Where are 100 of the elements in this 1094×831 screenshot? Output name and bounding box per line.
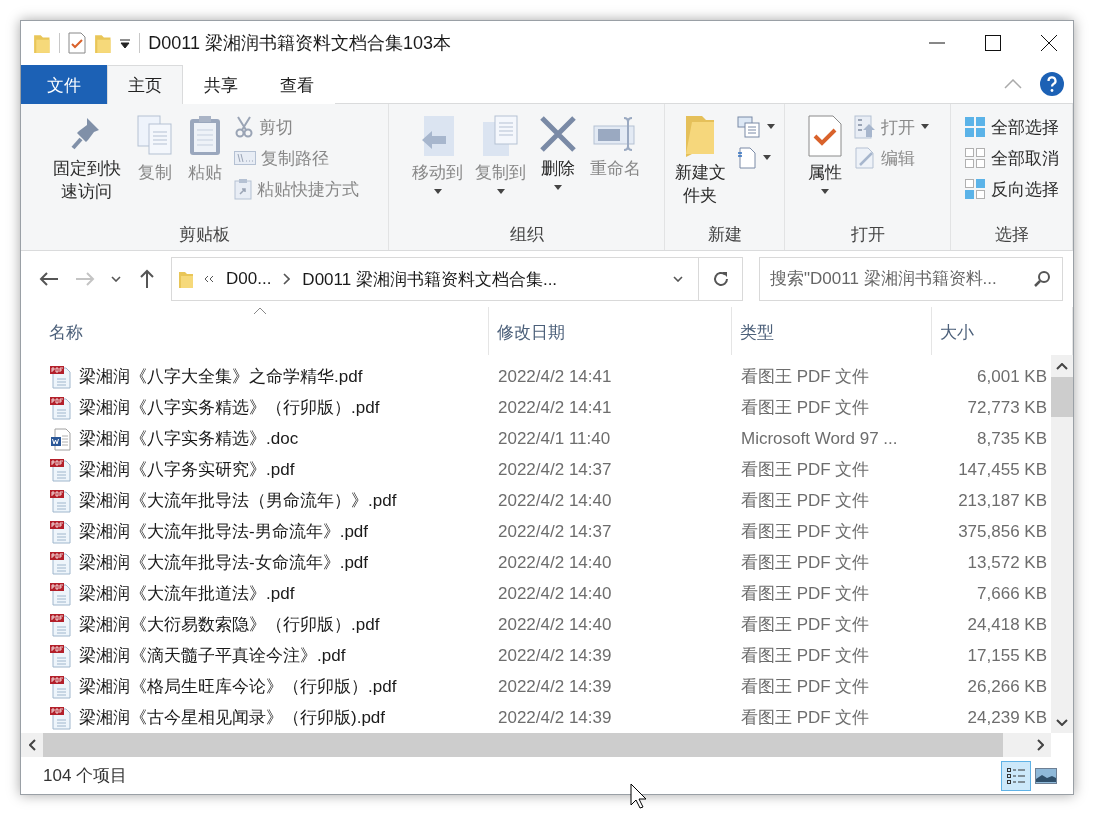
up-arrow-icon	[139, 269, 155, 289]
large-icons-view-icon	[1035, 767, 1057, 784]
scissors-icon	[233, 116, 254, 138]
ribbon-button[interactable]: 新建文件夹	[669, 110, 731, 212]
folder-icon	[684, 114, 716, 158]
file-name[interactable]: 梁湘润《八字实务精选》.doc	[79, 427, 299, 450]
size-cell-text: 72,773 KB	[966, 397, 1047, 418]
ribbon-button[interactable]: 固定到快速访问	[46, 110, 128, 208]
type-cell-text: 看图王 PDF 文件	[740, 614, 871, 636]
date-cell-text: 2022/4/2 14:40	[497, 583, 613, 604]
customize-toolbar-button[interactable]	[119, 37, 132, 49]
ribbon-tab[interactable]: 主页	[107, 65, 183, 104]
maximize-icon	[985, 35, 1001, 51]
file-name[interactable]: 梁湘润《大流年批道法》.pdf	[79, 582, 295, 605]
breadcrumb[interactable]: D00...	[224, 269, 274, 289]
file-name[interactable]: 梁湘润《八字务实研究》.pdf	[79, 458, 295, 481]
type-cell-text: 看图王 PDF 文件	[740, 397, 871, 419]
file-name[interactable]: 梁湘润《滴天髓子平真诠今注》.pdf	[79, 644, 346, 667]
size-cell-text: 24,239 KB	[966, 707, 1047, 728]
ribbon-button[interactable]: 属性	[801, 110, 848, 199]
type-cell-text: 看图王 PDF 文件	[740, 645, 871, 667]
folder-icon	[93, 32, 112, 54]
pdf-file-icon	[49, 519, 73, 544]
window-title: D0011 梁湘润书籍资料文档合集103本	[148, 32, 452, 55]
date-cell-text: 2022/4/1 11:40	[497, 428, 612, 449]
ribbon-button[interactable]: 删除	[533, 110, 583, 195]
type-cell-text: 看图王 PDF 文件	[740, 366, 871, 388]
vertical-scrollbar[interactable]	[1051, 355, 1073, 733]
delete-icon	[538, 114, 578, 154]
pdf-file-icon	[49, 674, 73, 699]
invert-selection-icon	[964, 178, 986, 200]
ribbon-button[interactable]: 全部选择	[960, 112, 1063, 142]
file-name[interactable]: 梁湘润《大流年批导法-男命流年》.pdf	[79, 520, 369, 543]
chevron-left-icon	[28, 739, 36, 751]
date-cell-text: 2022/4/2 14:37	[497, 521, 613, 542]
file-menu-tab[interactable]: 文件	[21, 65, 107, 104]
caret-icon	[495, 188, 506, 195]
file-name[interactable]: 梁湘润《大衍易数索隐》（行卯版）.pdf	[79, 613, 380, 636]
type-cell-text: 看图王 PDF 文件	[740, 583, 871, 605]
chevron-right-icon	[283, 273, 291, 285]
pdf-file-icon	[49, 612, 73, 637]
date-cell-text: 2022/4/2 14:39	[497, 676, 613, 697]
scrollbar-thumb[interactable]	[1051, 377, 1073, 417]
group-label: 剪贴板	[179, 224, 230, 246]
date-cell-text: 2022/4/2 14:41	[497, 366, 613, 387]
search-field[interactable]: 搜索"D0011 梁湘润书籍资料...	[759, 257, 1063, 301]
chevron-down-icon	[1056, 718, 1068, 726]
type-cell-text: 看图王 PDF 文件	[740, 552, 871, 574]
column-header[interactable]: 修改日期	[489, 307, 732, 355]
properties-quick-button[interactable]	[67, 32, 86, 54]
details-view-icon	[1006, 765, 1026, 786]
column-header[interactable]: 名称	[49, 307, 83, 344]
size-cell-text: 213,187 KB	[957, 490, 1047, 511]
minimize-icon	[929, 42, 945, 44]
date-cell-text: 2022/4/2 14:40	[497, 490, 613, 511]
forward-arrow-icon	[75, 271, 95, 287]
search-icon	[1033, 270, 1051, 288]
edit-icon	[853, 146, 876, 170]
properties-icon	[806, 114, 843, 158]
date-cell-text: 2022/4/2 14:39	[497, 645, 613, 666]
group-label: 新建	[707, 224, 742, 246]
breadcrumb[interactable]: D0011 梁湘润书籍资料文档合集...	[300, 267, 560, 291]
type-cell-text: 看图王 PDF 文件	[740, 490, 871, 512]
sort-ascending-icon	[253, 307, 267, 315]
back-arrow-icon	[39, 271, 59, 287]
size-cell-text: 375,856 KB	[957, 521, 1047, 542]
caret-icon	[819, 188, 830, 195]
address-bar[interactable]: D00... D0011 梁湘润书籍资料文档合集...	[171, 257, 743, 301]
size-cell-text: 7,666 KB	[976, 583, 1047, 604]
pdf-file-icon	[49, 550, 73, 575]
shortcut-icon	[233, 178, 252, 200]
help-icon	[1040, 72, 1064, 96]
caret-icon	[766, 124, 776, 130]
chevron-up-icon	[1004, 79, 1022, 89]
column-header[interactable]: 类型	[732, 307, 932, 355]
new-document-icon	[737, 146, 757, 170]
date-cell-text: 2022/4/2 14:40	[497, 614, 613, 635]
file-name[interactable]: 梁湘润《大流年批导法-女命流年》.pdf	[79, 551, 369, 574]
overflow-chevron-icon	[204, 275, 214, 283]
pdf-file-icon	[49, 581, 73, 606]
folder-icon	[33, 32, 51, 54]
size-cell-text: 8,735 KB	[976, 428, 1047, 449]
file-name[interactable]: 梁湘润《古今星相见闻录》（行卯版).pdf	[79, 706, 386, 729]
chevron-right-icon	[1036, 739, 1044, 751]
size-cell-text: 26,266 KB	[966, 676, 1047, 697]
date-cell-text: 2022/4/2 14:41	[497, 397, 613, 418]
pdf-file-icon	[49, 457, 73, 482]
ribbon-button[interactable]: 全部取消	[960, 143, 1063, 173]
file-name[interactable]: 梁湘润《八字实务精选》（行卯版）.pdf	[79, 396, 380, 419]
ribbon-button[interactable]: 反向选择	[960, 174, 1063, 204]
caret-icon	[432, 188, 443, 195]
file-name[interactable]: 梁湘润《八字大全集》之命学精华.pdf	[79, 365, 363, 388]
select-all-icon	[964, 116, 986, 138]
check-document-icon	[67, 32, 86, 54]
pdf-file-icon	[49, 705, 73, 730]
chevron-down-icon	[111, 276, 121, 282]
size-cell-text: 13,572 KB	[966, 552, 1047, 573]
view-button[interactable]	[1001, 760, 1031, 791]
file-name[interactable]: 梁湘润《大流年批导法（男命流年）》.pdf	[79, 489, 397, 512]
file-name[interactable]: 梁湘润《格局生旺库今论》（行卯版）.pdf	[79, 675, 397, 698]
